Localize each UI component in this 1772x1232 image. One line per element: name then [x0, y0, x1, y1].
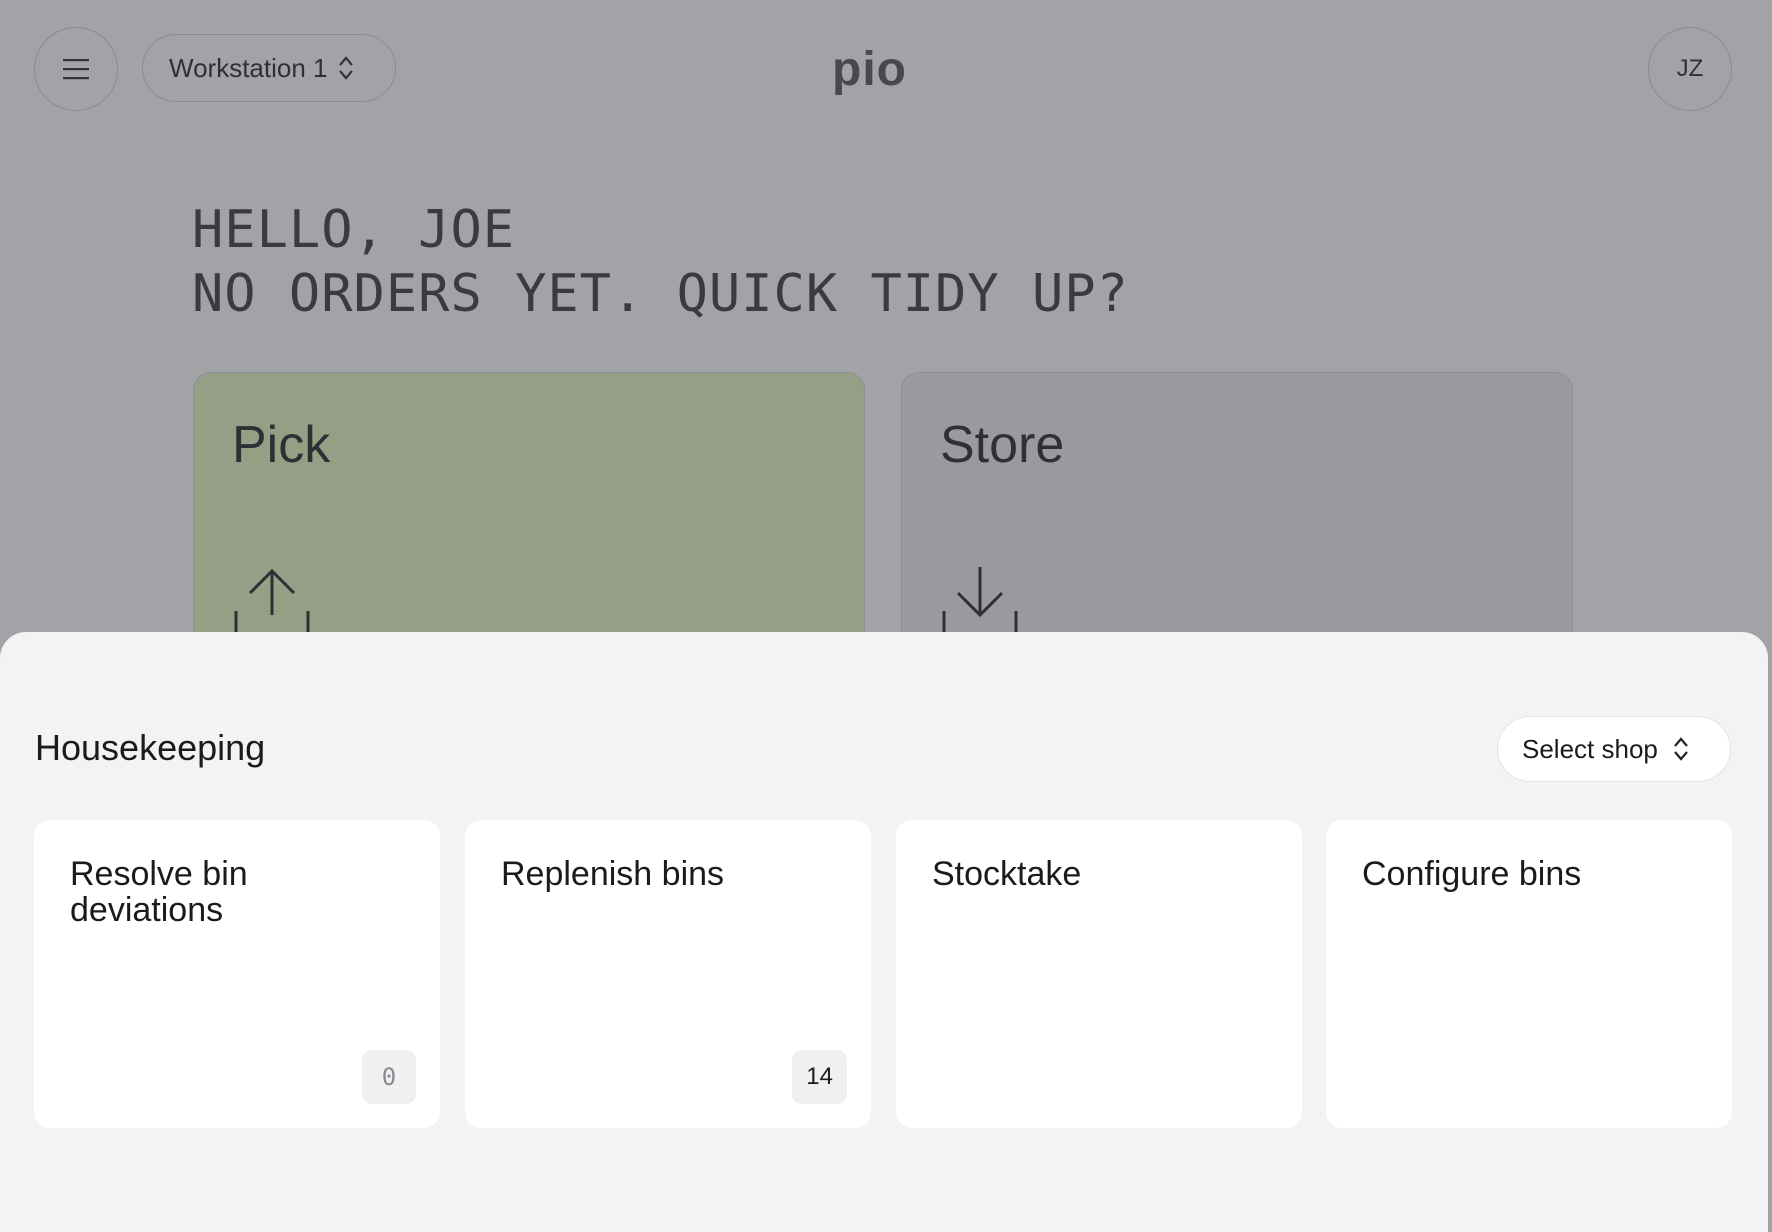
replenish-bins-card[interactable]: Replenish bins 14 — [465, 820, 871, 1128]
shop-selector-label: Select shop — [1522, 733, 1658, 764]
configure-bins-card[interactable]: Configure bins — [1326, 820, 1732, 1128]
housekeeping-sheet: Housekeeping Select shop Resolve bin dev… — [0, 632, 1768, 1232]
card-title: Configure bins — [1362, 855, 1582, 893]
shop-selector[interactable]: Select shop — [1497, 716, 1731, 782]
chevron-up-down-icon — [1674, 737, 1688, 761]
card-title: Stocktake — [932, 855, 1082, 893]
stocktake-card[interactable]: Stocktake — [896, 820, 1302, 1128]
card-title: Replenish bins — [501, 855, 725, 893]
resolve-bin-deviations-card[interactable]: Resolve bin deviations 0 — [34, 820, 440, 1128]
housekeeping-title: Housekeeping — [35, 727, 266, 768]
card-title: Resolve bin deviations — [70, 855, 248, 929]
replenish-count-badge: 14 — [792, 1050, 847, 1104]
deviations-count-badge: 0 — [362, 1050, 416, 1104]
